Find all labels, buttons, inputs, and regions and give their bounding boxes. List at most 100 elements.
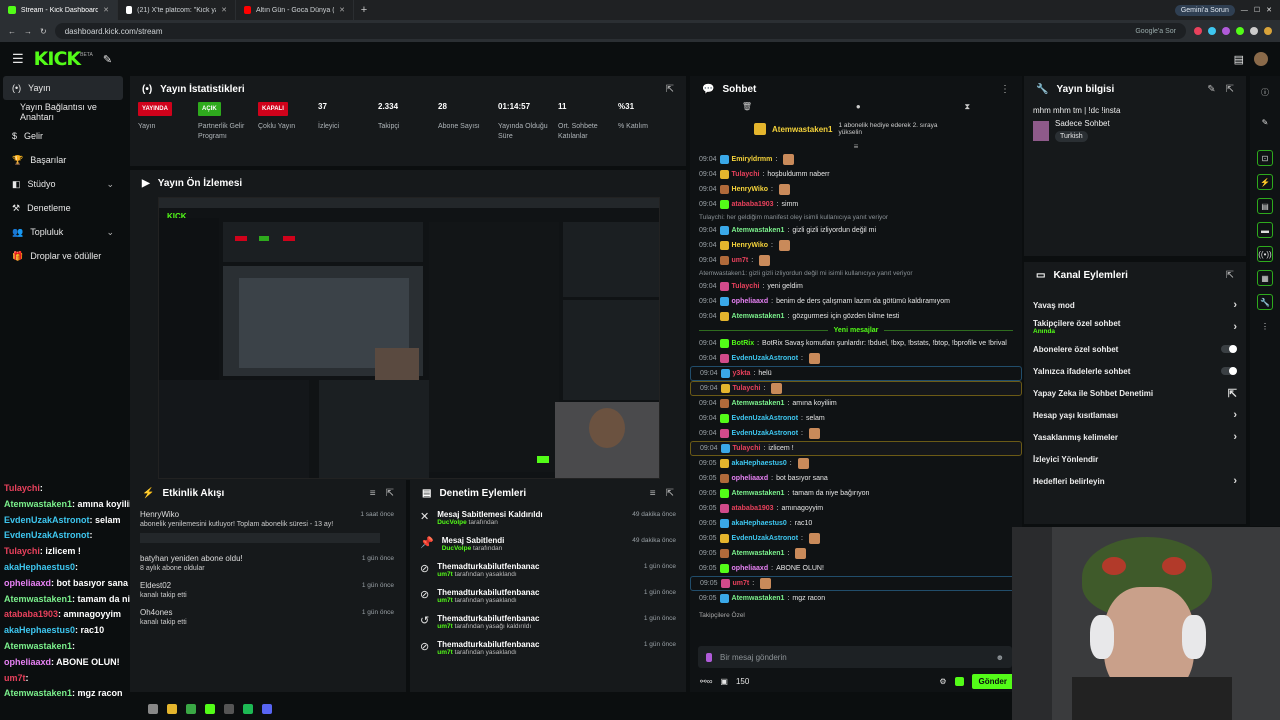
extension-icon[interactable] [1208,27,1216,35]
chat-message[interactable]: 09:05 Atemwastaken1: mgz racon [690,591,1022,606]
chat-username[interactable]: Emiryldrmm [732,156,773,163]
chat-username[interactable]: Tulaychi [732,283,760,290]
app-icon[interactable] [224,704,234,714]
chat-message[interactable]: 09:04 Atemwastaken1: amına koyiliim [690,396,1022,411]
chat-message[interactable]: 09:04 Tulaychi: hoşbuldumm naberr [690,167,1022,182]
chat-username[interactable]: Tulaychi [732,171,760,178]
chat-username[interactable]: um7t [732,257,749,264]
maximize-icon[interactable]: ☐ [1254,6,1260,14]
calendar-icon[interactable]: ▦ [1257,270,1273,286]
new-tab-button[interactable]: + [354,4,374,16]
moderation-item[interactable]: 📌 Mesaj Sabitlendi DucVolpe tarafından 49 d… [410,532,686,558]
filter-icon[interactable]: ≡ [650,488,656,499]
chat-input[interactable]: Bir mesaj gönderin ☻ [698,646,1012,668]
chat-message[interactable]: 09:04 Emiryldrmm: [690,152,1022,167]
channel-action[interactable]: Yapay Zeka ile Sohbet Denetimi ⇱ [1024,382,1246,404]
event-item[interactable]: HenryWiko abonelik yenilemesini kutluyor!… [130,506,406,550]
moderation-item[interactable]: ⊘ Themadturkabilutfenbanac um7t tarafından… [410,558,686,584]
popout-icon[interactable]: ⇱ [666,84,674,95]
chat-username[interactable]: Tulaychi [733,385,761,392]
moderator-name[interactable]: DucVolpe [437,519,467,526]
chat-username[interactable]: Atemwastaken1 [732,227,785,234]
google-ask-button[interactable]: Google'a Sor [1135,28,1176,35]
chat-username[interactable]: Atemwastaken1 [732,313,785,320]
info-icon[interactable]: ⓘ [1257,84,1273,100]
bot-icon[interactable] [954,676,964,686]
trash-icon[interactable]: 🗑 [742,102,752,116]
browser-tab[interactable]: Stream - Kick Dashboard ✕ [0,0,118,20]
stream-preview-video[interactable]: KICK [158,197,660,479]
channel-action[interactable]: Takipçilere özel sohbet Anında › [1024,316,1246,338]
broadcast-icon[interactable]: ((•)) [1257,246,1273,262]
sidebar-item[interactable]: ◧ Stüdyo ⌄ [0,172,126,196]
filter-icon[interactable]: ≡ [370,488,376,499]
chat-message[interactable]: 09:04 HenryWiko: [690,238,1022,253]
menu-icon[interactable]: ☰ [12,51,24,67]
chat-message[interactable]: 09:05 Atemwastaken1: [690,546,1022,561]
close-window-icon[interactable]: ✕ [1266,6,1272,14]
channel-action[interactable]: Hedefleri belirleyin › [1024,470,1246,492]
chat-message[interactable]: 09:04 atababa1903: simm [690,197,1022,212]
chat-username[interactable]: atababa1903 [732,505,774,512]
share-icon[interactable]: ⋮ [1257,318,1273,334]
chat-message[interactable]: 09:05 atababa1903: amınagoyyim [690,501,1022,516]
chat-username[interactable]: opheliaaxd [732,298,769,305]
chrome-icon[interactable] [186,704,196,714]
extension-icon[interactable] [1236,27,1244,35]
chat-message[interactable]: 09:04 Tulaychi: izlicem ! [690,441,1022,456]
moderator-name[interactable]: um7t [437,571,453,578]
chat-username[interactable]: akaHephaestus0 [732,460,787,467]
chat-username[interactable]: Atemwastaken1 [732,595,785,602]
event-item[interactable]: Eldest02 kanalı takip etti 1 gün önce [130,577,406,604]
close-tab-icon[interactable]: ✕ [339,6,345,14]
chat-username[interactable]: HenryWiko [732,186,769,193]
kick-logo[interactable]: KICK [34,48,81,70]
sidebar-item[interactable]: $ Gelir [0,124,126,148]
chat-message[interactable]: 09:05 opheliaaxd: bot basıyor sana [690,471,1022,486]
chat-message[interactable]: 09:05 opheliaaxd: ABONE OLUN! [690,561,1022,576]
sidebar-item[interactable]: Yayın Bağlantısı ve Anahtarı [0,100,126,124]
popout-icon[interactable]: ⇱ [666,488,674,499]
chat-message[interactable]: 09:05 um7t: [690,576,1022,591]
popout-icon[interactable]: ⇱ [1226,270,1234,281]
channel-action[interactable]: Hesap yaşı kısıtlaması › [1024,404,1246,426]
chat-message[interactable]: 09:04 BotRix: BotRix Savaş komutları şunla… [690,336,1022,351]
event-item[interactable]: Oh4ones kanalı takip etti 1 gün önce [130,604,406,631]
toggle-switch[interactable] [1221,367,1237,375]
chat-message[interactable]: 09:04 Tulaychi: [690,381,1022,396]
chat-message[interactable]: 09:04 Atemwastaken1: gözgurmesi için gözde… [690,309,1022,324]
chat-message[interactable]: 09:04 Tulaychi: yeni geldim [690,279,1022,294]
chevron-down-icon[interactable]: ⌄ [106,227,114,238]
chat-username[interactable]: EvdenUzakAstronot [732,535,799,542]
bolt-icon[interactable]: ⚡ [1257,174,1273,190]
bubble-icon[interactable]: ● [856,102,861,116]
doc-icon[interactable]: ▤ [1257,198,1273,214]
toggle-switch[interactable] [1221,345,1237,353]
moderation-item[interactable]: ⊘ Themadturkabilutfenbanac um7t tarafından… [410,636,686,662]
send-button[interactable]: Gönder [971,673,1014,689]
scroll-down-icon[interactable]: ≡ [690,142,1022,152]
sidebar-item[interactable]: 🏆 Başarılar [0,148,126,172]
chat-username[interactable]: opheliaaxd [732,565,769,572]
chat-settings-icon[interactable]: ⚙ [939,677,946,686]
chat-message[interactable]: 09:05 EvdenUzakAstronot: [690,531,1022,546]
pin-icon[interactable]: ✎ [103,53,112,66]
moderation-item[interactable]: ⊘ Themadturkabilutfenbanac um7t tarafından… [410,584,686,610]
popout-icon[interactable]: ⇱ [386,488,394,499]
chat-username[interactable]: atababa1903 [732,201,774,208]
chat-username[interactable]: akaHephaestus0 [732,520,787,527]
chat-message[interactable]: 09:04 EvdenUzakAstronot: selam [690,411,1022,426]
chat-message[interactable]: 09:04 opheliaaxd: benim de ders çalışmam l… [690,294,1022,309]
channel-action[interactable]: Yasaklanmış kelimeler › [1024,426,1246,448]
moderator-name[interactable]: DucVolpe [442,545,472,552]
minimize-icon[interactable]: — [1241,7,1248,14]
sidebar-item[interactable]: 🎁 Droplar ve ödüller [0,244,126,268]
more-icon[interactable]: ⋮ [1000,84,1010,95]
event-reply-box[interactable] [140,533,380,543]
chat-message[interactable]: 09:04 EvdenUzakAstronot: [690,426,1022,441]
chat-message[interactable]: 09:04 Atemwastaken1: gizli gizli izliyordu… [690,223,1022,238]
reload-icon[interactable]: ↻ [40,27,47,36]
chat-username[interactable]: EvdenUzakAstronot [732,415,799,422]
moderator-name[interactable]: um7t [437,623,453,630]
app-icon[interactable] [205,704,215,714]
